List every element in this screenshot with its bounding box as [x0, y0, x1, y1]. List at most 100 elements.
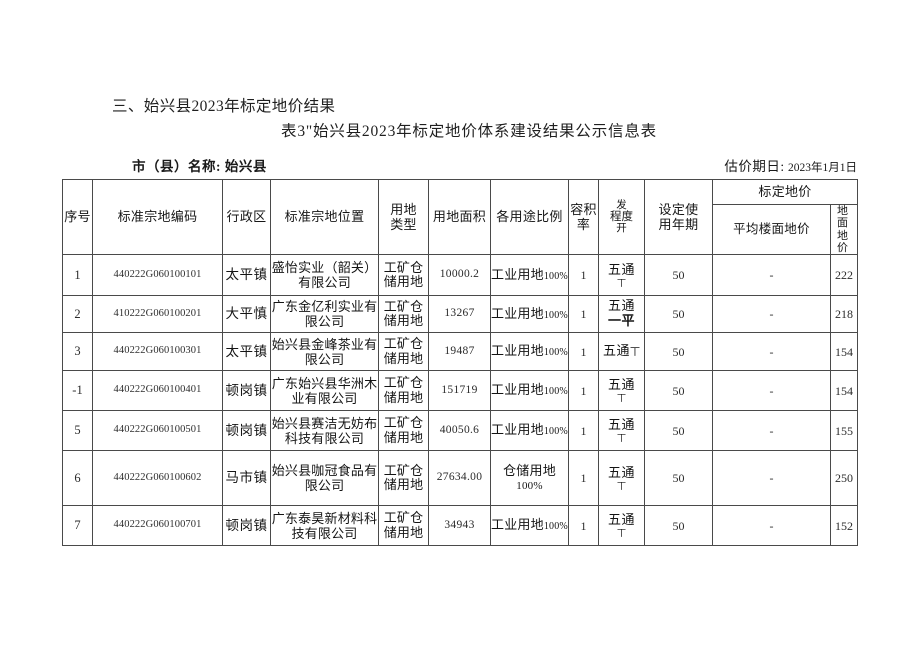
cell-landtype: 工矿仓 储用地	[378, 295, 429, 334]
cell-location: 始兴县咖冠食品有限公司	[270, 450, 379, 507]
land-price-table: 序号 标准宗地编码 行政区 标准宗地位置 用地 类型 用地面积 各用途比例 容积…	[62, 178, 859, 547]
header-development-degree: 发 程度 开	[598, 178, 645, 256]
header-area: 用地面积	[428, 178, 491, 256]
page-title: 表3"始兴县2023年标定地价体系建设结果公示信息表	[281, 123, 657, 140]
header-ground-price-line1: 地 面	[837, 205, 851, 230]
cell-far: 1	[568, 370, 599, 412]
cell-code: 440222G060100501	[92, 410, 223, 452]
cell-far: 1	[568, 410, 599, 452]
cell-floor-price: -	[712, 505, 831, 547]
valuation-date-label: 估价期日:	[724, 159, 785, 174]
cell-term: 50	[644, 254, 713, 297]
cell-floor-price: -	[712, 410, 831, 452]
header-location: 标准宗地位置	[270, 178, 379, 256]
cell-floor-price: -	[712, 332, 831, 372]
cell-term: 50	[644, 450, 713, 507]
header-dev-line3: 开	[616, 223, 627, 235]
cell-area: 34943	[428, 505, 491, 547]
cell-term: 50	[644, 410, 713, 452]
meta-row: 市（县）名称: 始兴县 估价期日: 2023年1月1日	[62, 155, 857, 177]
header-term-line2: 用年期	[658, 217, 699, 233]
cell-ground-price: 154	[829, 370, 859, 412]
header-district: 行政区	[222, 178, 271, 256]
cell-area: 13267	[428, 295, 491, 334]
cell-usage: 工业用地100%	[490, 370, 569, 412]
cell-seq: 3	[62, 332, 93, 372]
header-dev-line2: 程度	[610, 211, 633, 224]
cell-location: 广东始兴县华洲木业有限公司	[270, 370, 379, 412]
cell-district: 顿岗镇	[222, 370, 271, 412]
cell-far: 1	[568, 505, 599, 547]
header-price-group: 标定地价	[711, 179, 859, 205]
cell-code: 410222G060100201	[92, 295, 223, 334]
header-landtype: 用地 类型	[378, 178, 429, 256]
header-code: 标准宗地编码	[92, 178, 223, 256]
table-row: 6 440222G060100602 马市镇 始兴县咖冠食品有限公司 工矿仓 储用地 276…	[62, 450, 859, 507]
cell-usage: 工业用地100%	[490, 332, 569, 372]
cell-location: 始兴县金峰茶业有限公司	[270, 332, 379, 372]
cell-far: 1	[568, 254, 599, 297]
header-seq: 序号	[62, 178, 93, 256]
table-header: 序号 标准宗地编码 行政区 标准宗地位置 用地 类型 用地面积 各用途比例 容积…	[62, 178, 859, 256]
cell-landtype: 工矿仓 储用地	[378, 450, 429, 507]
cell-usage: 仓储用地 100%	[490, 450, 569, 507]
land-price-table-wrapper: 序号 标准宗地编码 行政区 标准宗地位置 用地 类型 用地面积 各用途比例 容积…	[62, 178, 859, 547]
cell-district: 太平镇	[222, 254, 271, 297]
cell-development-degree: 五通丅	[598, 450, 645, 507]
cell-seq: 2	[62, 295, 93, 334]
cell-ground-price: 222	[829, 254, 859, 297]
cell-landtype: 工矿仓 储用地	[378, 505, 429, 547]
header-usage: 各用途比例	[490, 178, 569, 256]
cell-far: 1	[568, 295, 599, 334]
cell-seq: -1	[62, 370, 93, 412]
cell-code: 440222G060100401	[92, 370, 223, 412]
header-landtype-line1: 用地	[390, 201, 417, 217]
cell-location: 广东泰昊新材料科技有限公司	[270, 505, 379, 547]
cell-term: 50	[644, 295, 713, 334]
city-name-field: 市（县）名称: 始兴县	[132, 155, 267, 175]
cell-usage: 工业用地100%	[490, 254, 569, 297]
cell-ground-price: 152	[829, 505, 859, 547]
cell-far: 1	[568, 450, 599, 507]
cell-development-degree: 五通丅	[598, 370, 645, 412]
cell-term: 50	[644, 332, 713, 372]
header-floor-price: 平均楼面地价	[712, 203, 831, 256]
cell-code: 440222G060100301	[92, 332, 223, 372]
cell-ground-price: 154	[829, 332, 859, 372]
cell-floor-price: -	[712, 254, 831, 297]
header-ground-price-line2: 地 价	[837, 229, 851, 254]
cell-landtype: 工矿仓 储用地	[378, 370, 429, 412]
table-row: 7 440222G060100701 顿岗镇 广东泰昊新材料科技有限公司 工矿仓 储用地 3…	[62, 505, 859, 547]
cell-usage: 工业用地100%	[490, 410, 569, 452]
cell-area: 27634.00	[428, 450, 491, 507]
cell-term: 50	[644, 505, 713, 547]
valuation-date-field: 估价期日: 2023年1月1日	[724, 155, 857, 175]
cell-location: 始兴县赛洁无妨布科技有限公司	[270, 410, 379, 452]
city-name-label: 市（县）名称:	[132, 159, 221, 174]
cell-district: 顿岗镇	[222, 505, 271, 547]
cell-development-degree: 五通 一平	[598, 295, 645, 334]
document-page: 三、始兴县2023年标定地价结果 表3"始兴县2023年标定地价体系建设结果公示…	[0, 0, 920, 651]
cell-floor-price: -	[712, 450, 831, 507]
cell-area: 19487	[428, 332, 491, 372]
cell-district: 顿岗镇	[222, 410, 271, 452]
cell-landtype: 工矿仓 储用地	[378, 254, 429, 297]
cell-landtype: 工矿仓 储用地	[378, 410, 429, 452]
cell-district: 马市镇	[222, 450, 271, 507]
cell-ground-price: 218	[829, 295, 859, 334]
header-far: 容积率	[568, 178, 599, 256]
table-row: 3 440222G060100301 太平镇 始兴县金峰茶业有限公司 工矿仓 储用地 194…	[62, 332, 859, 372]
cell-district: 大平慎	[222, 295, 271, 334]
cell-ground-price: 155	[829, 410, 859, 452]
cell-code: 440222G060100101	[92, 254, 223, 297]
table-row: 5 440222G060100501 顿岗镇 始兴县赛洁无妨布科技有限公司 工矿仓 储用地…	[62, 410, 859, 452]
city-name-value: 始兴县	[224, 159, 267, 174]
cell-floor-price: -	[712, 295, 831, 334]
cell-code: 440222G060100701	[92, 505, 223, 547]
cell-seq: 7	[62, 505, 93, 547]
header-dev-line1: 发	[616, 200, 627, 212]
valuation-date-value: 2023年1月1日	[788, 162, 857, 174]
cell-far: 1	[568, 332, 599, 372]
header-landtype-line2: 类型	[390, 217, 417, 233]
cell-floor-price: -	[712, 370, 831, 412]
